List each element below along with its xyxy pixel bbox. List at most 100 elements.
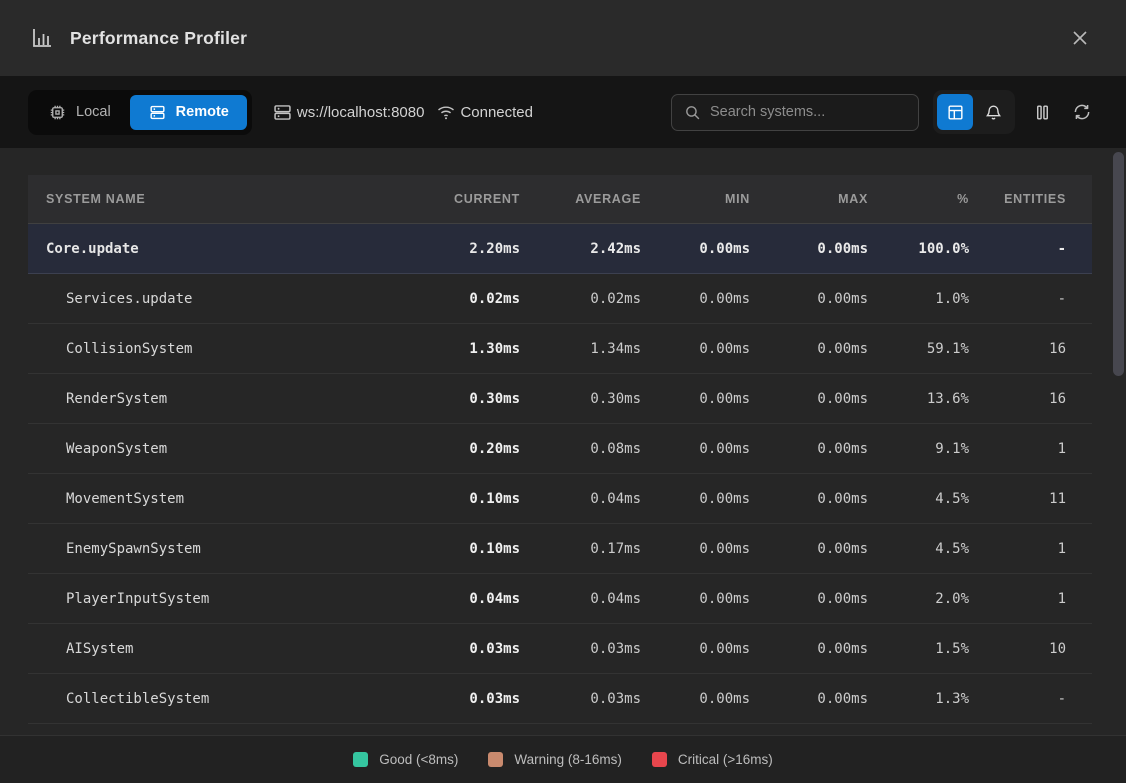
- max-cell: 0.00ms: [750, 491, 868, 507]
- system-name-cell: CollisionSystem: [28, 341, 402, 357]
- current-cell: 0.10ms: [402, 491, 520, 507]
- column-header-entities[interactable]: ENTITIES: [969, 192, 1092, 206]
- min-cell: 0.00ms: [641, 441, 750, 457]
- legend-item-warning: Warning (8-16ms): [488, 752, 622, 767]
- average-cell: 0.03ms: [520, 691, 641, 707]
- table-row[interactable]: CollisionSystem 1.30ms 1.34ms 0.00ms 0.0…: [28, 324, 1092, 374]
- max-cell: 0.00ms: [750, 591, 868, 607]
- pause-icon: [1033, 103, 1052, 122]
- critical-swatch: [652, 752, 667, 767]
- window-title: Performance Profiler: [70, 28, 247, 49]
- average-cell: 0.04ms: [520, 591, 641, 607]
- remote-mode-button[interactable]: Remote: [130, 95, 247, 130]
- column-header-percent[interactable]: %: [868, 192, 969, 206]
- connection-status: Connected: [436, 102, 533, 122]
- table-row[interactable]: WeaponSystem 0.20ms 0.08ms 0.00ms 0.00ms…: [28, 424, 1092, 474]
- bell-icon: [984, 103, 1003, 122]
- average-cell: 0.17ms: [520, 541, 641, 557]
- websocket-url: ws://localhost:8080: [272, 102, 425, 123]
- entities-cell: 10: [969, 641, 1092, 657]
- legend-item-critical: Critical (>16ms): [652, 752, 773, 767]
- average-cell: 0.02ms: [520, 291, 641, 307]
- cpu-chip-icon: [48, 103, 67, 122]
- good-swatch: [353, 752, 368, 767]
- alerts-button[interactable]: [975, 94, 1011, 130]
- current-cell: 0.10ms: [402, 541, 520, 557]
- table-row[interactable]: Services.update 0.02ms 0.02ms 0.00ms 0.0…: [28, 274, 1092, 324]
- max-cell: 0.00ms: [750, 291, 868, 307]
- current-cell: 0.30ms: [402, 391, 520, 407]
- average-cell: 2.42ms: [520, 241, 641, 257]
- system-name-cell: AISystem: [28, 641, 402, 657]
- server-icon: [272, 102, 293, 123]
- remote-mode-label: Remote: [176, 104, 229, 120]
- websocket-url-text: ws://localhost:8080: [297, 104, 425, 121]
- server-icon: [148, 103, 167, 122]
- percent-cell: 1.5%: [868, 641, 969, 657]
- percent-cell: 1.0%: [868, 291, 969, 307]
- refresh-button[interactable]: [1066, 96, 1098, 128]
- toolbar: Local Remote ws://localhost:8080: [0, 76, 1126, 148]
- connection-mode-toggle: Local Remote: [28, 90, 252, 135]
- entities-cell: 16: [969, 391, 1092, 407]
- max-cell: 0.00ms: [750, 691, 868, 707]
- column-header-current[interactable]: CURRENT: [402, 192, 520, 206]
- critical-label: Critical (>16ms): [678, 752, 773, 767]
- table-row[interactable]: MovementSystem 0.10ms 0.04ms 0.00ms 0.00…: [28, 474, 1092, 524]
- local-mode-button[interactable]: Local: [33, 95, 126, 130]
- system-name-cell: CollectibleSystem: [28, 691, 402, 707]
- systems-table: SYSTEM NAME CURRENT AVERAGE MIN MAX % EN…: [28, 175, 1092, 724]
- column-header-system-name[interactable]: SYSTEM NAME: [28, 192, 402, 206]
- search-icon: [684, 104, 701, 121]
- table-row[interactable]: Core.update 2.20ms 2.42ms 0.00ms 0.00ms …: [28, 224, 1092, 274]
- warning-swatch: [488, 752, 503, 767]
- percent-cell: 2.0%: [868, 591, 969, 607]
- system-name-cell: Services.update: [28, 291, 402, 307]
- column-header-average[interactable]: AVERAGE: [520, 192, 641, 206]
- current-cell: 0.03ms: [402, 641, 520, 657]
- current-cell: 0.03ms: [402, 691, 520, 707]
- percent-cell: 1.3%: [868, 691, 969, 707]
- system-name-cell: PlayerInputSystem: [28, 591, 402, 607]
- min-cell: 0.00ms: [641, 291, 750, 307]
- entities-cell: 1: [969, 441, 1092, 457]
- percent-cell: 9.1%: [868, 441, 969, 457]
- table-row[interactable]: PlayerInputSystem 0.04ms 0.04ms 0.00ms 0…: [28, 574, 1092, 624]
- table-row[interactable]: AISystem 0.03ms 0.03ms 0.00ms 0.00ms 1.5…: [28, 624, 1092, 674]
- system-name-cell: RenderSystem: [28, 391, 402, 407]
- good-label: Good (<8ms): [379, 752, 458, 767]
- entities-cell: 1: [969, 591, 1092, 607]
- max-cell: 0.00ms: [750, 441, 868, 457]
- max-cell: 0.00ms: [750, 641, 868, 657]
- entities-cell: -: [969, 691, 1092, 707]
- table-row[interactable]: EnemySpawnSystem 0.10ms 0.17ms 0.00ms 0.…: [28, 524, 1092, 574]
- min-cell: 0.00ms: [641, 691, 750, 707]
- average-cell: 0.04ms: [520, 491, 641, 507]
- table-row[interactable]: RenderSystem 0.30ms 0.30ms 0.00ms 0.00ms…: [28, 374, 1092, 424]
- system-name-cell: EnemySpawnSystem: [28, 541, 402, 557]
- column-header-min[interactable]: MIN: [641, 192, 750, 206]
- search-input[interactable]: [710, 104, 906, 120]
- entities-cell: -: [969, 241, 1092, 257]
- max-cell: 0.00ms: [750, 391, 868, 407]
- table-row[interactable]: CollectibleSystem 0.03ms 0.03ms 0.00ms 0…: [28, 674, 1092, 724]
- column-header-max[interactable]: MAX: [750, 192, 868, 206]
- max-cell: 0.00ms: [750, 541, 868, 557]
- pause-button[interactable]: [1027, 97, 1058, 128]
- max-cell: 0.00ms: [750, 341, 868, 357]
- percent-cell: 59.1%: [868, 341, 969, 357]
- search-box[interactable]: [671, 94, 919, 131]
- local-mode-label: Local: [76, 104, 111, 120]
- entities-cell: 16: [969, 341, 1092, 357]
- vertical-scrollbar-thumb[interactable]: [1113, 152, 1124, 376]
- close-button[interactable]: [1064, 22, 1096, 54]
- table-view-button[interactable]: [937, 94, 973, 130]
- percent-cell: 100.0%: [868, 241, 969, 257]
- average-cell: 0.30ms: [520, 391, 641, 407]
- view-toggle-group: [933, 90, 1015, 134]
- min-cell: 0.00ms: [641, 591, 750, 607]
- legend-item-good: Good (<8ms): [353, 752, 458, 767]
- warning-label: Warning (8-16ms): [514, 752, 622, 767]
- percent-cell: 13.6%: [868, 391, 969, 407]
- percent-cell: 4.5%: [868, 541, 969, 557]
